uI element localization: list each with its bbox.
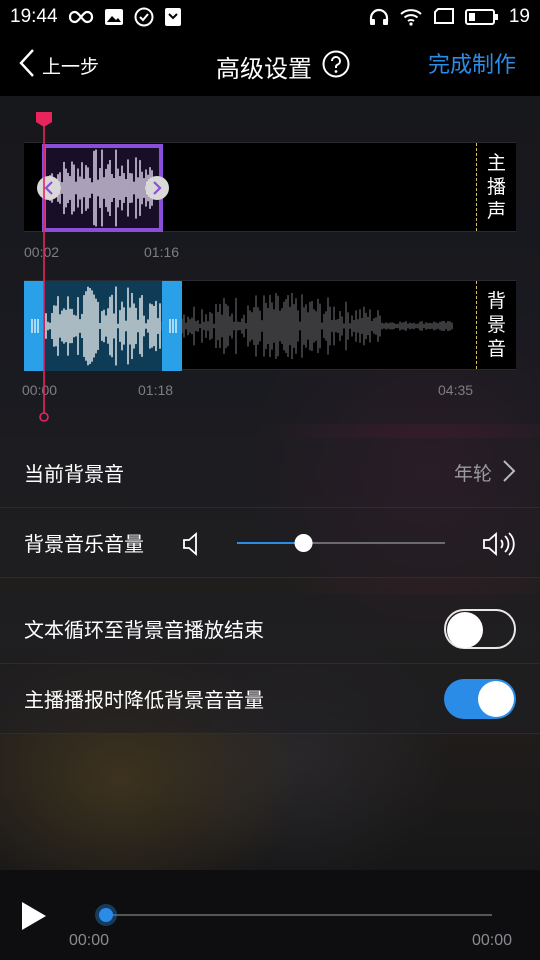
- play-icon[interactable]: [20, 900, 48, 936]
- duck-bg-label: 主播播报时降低背景音音量: [24, 688, 264, 712]
- player-progress-knob[interactable]: [99, 908, 113, 922]
- bg-label-char: 背: [486, 290, 506, 312]
- wifi-icon: [399, 8, 423, 26]
- bg-volume-row: 背景音乐音量: [0, 508, 540, 578]
- voice-end-time: 01:16: [144, 244, 180, 260]
- bg-track-canvas: [24, 281, 453, 371]
- status-bar: 19:44 19: [0, 0, 540, 34]
- player-current-time: 00:00: [69, 932, 110, 949]
- toggle-knob: [478, 680, 514, 717]
- bg-volume-slider[interactable]: [236, 528, 448, 558]
- battery-level: 19: [508, 6, 530, 27]
- bg-track-label: 背 景 音: [476, 281, 516, 369]
- bg-volume-knob[interactable]: [294, 534, 313, 552]
- playhead[interactable]: [33, 110, 57, 422]
- volume-low-icon: [182, 531, 202, 561]
- help-icon[interactable]: [322, 50, 350, 82]
- bg-label-char: 景: [486, 314, 506, 336]
- infinity-icon: [68, 10, 94, 24]
- player-total-time: 00:00: [472, 932, 513, 949]
- bg-volume-label: 背景音乐音量: [24, 532, 144, 556]
- finish-button[interactable]: 完成制作: [428, 48, 516, 84]
- bg-mid-time: 01:18: [138, 382, 174, 398]
- screen-icon: [433, 8, 455, 26]
- battery-icon: [464, 8, 499, 26]
- toggle-knob: [447, 611, 483, 648]
- current-bg-row[interactable]: 当前背景音 年轮: [0, 438, 540, 508]
- bg-track[interactable]: 背 景 音: [24, 280, 516, 371]
- current-bg-value: 年轮: [453, 463, 492, 485]
- chevron-left-icon: [18, 48, 36, 82]
- nav-bar: 上一步 高级设置 完成制作: [0, 34, 540, 96]
- page-title: 高级设置: [216, 54, 312, 83]
- loop-text-label: 文本循环至背景音播放结束: [24, 618, 264, 642]
- shield-icon: [164, 7, 182, 27]
- bg-label-char: 音: [486, 338, 506, 360]
- voice-track-canvas: [37, 144, 169, 232]
- chevron-right-icon: [502, 459, 516, 487]
- check-circle-icon: [134, 7, 154, 27]
- bg-right-handle[interactable]: [162, 281, 182, 371]
- voice-label-char: 播: [486, 176, 506, 198]
- voice-right-handle[interactable]: [145, 176, 169, 200]
- player-progress[interactable]: [90, 900, 500, 930]
- voice-label-char: 主: [486, 152, 506, 174]
- voice-track-label: 主 播 声: [476, 143, 516, 231]
- player-bar: 00:00 00:00: [0, 870, 540, 960]
- volume-high-icon: [482, 530, 518, 562]
- loop-text-row: 文本循环至背景音播放结束: [0, 594, 540, 664]
- current-bg-label: 当前背景音: [24, 462, 124, 486]
- loop-text-toggle[interactable]: [444, 608, 516, 649]
- status-time: 19:44: [10, 6, 58, 27]
- audio-editor: 主 播 声 00:02 01:16 背 景 音 00:00 01:18 04:3…: [0, 96, 540, 424]
- bg-end-time: 04:35: [438, 382, 474, 398]
- back-button[interactable]: 上一步: [18, 48, 99, 82]
- voice-track[interactable]: 主 播 声: [24, 142, 516, 232]
- voice-selection-fill: [44, 146, 161, 230]
- voice-label-char: 声: [486, 200, 506, 222]
- headphones-icon: [369, 8, 389, 26]
- back-label: 上一步: [42, 55, 100, 78]
- duck-bg-toggle[interactable]: [444, 678, 516, 719]
- duck-bg-row: 主播播报时降低背景音音量: [0, 664, 540, 734]
- image-icon: [104, 8, 124, 26]
